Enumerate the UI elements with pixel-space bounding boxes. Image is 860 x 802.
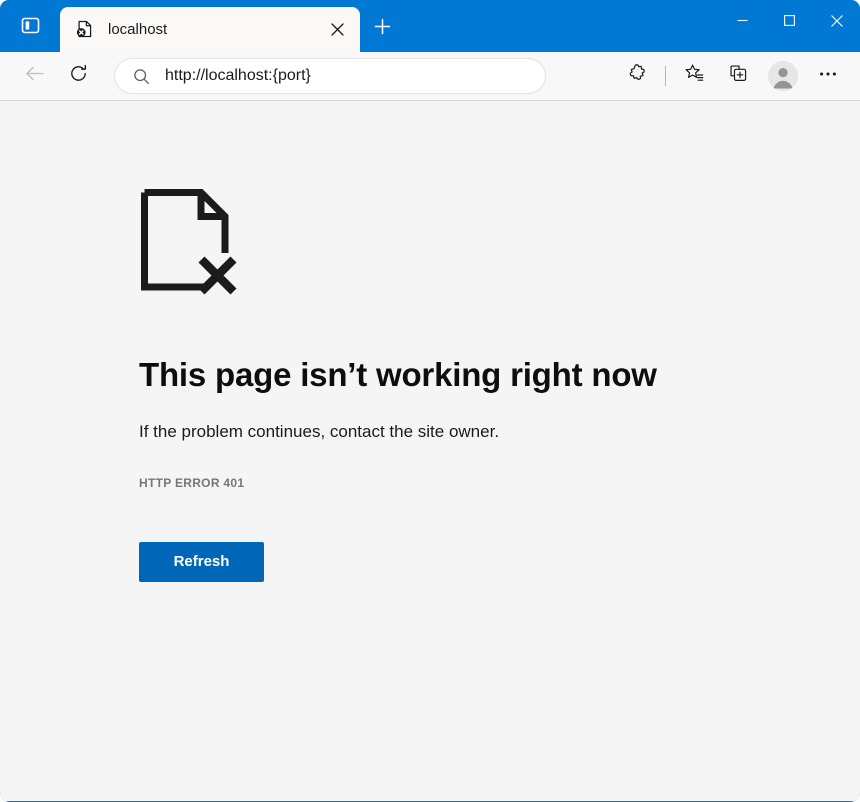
arrow-left-icon [24, 63, 45, 89]
close-window-button[interactable] [813, 0, 860, 46]
title-bar: localhost [0, 0, 860, 52]
error-body-text: If the problem continues, contact the si… [139, 422, 779, 442]
page-title: This page isn’t working right now [139, 356, 779, 394]
toolbar-divider [665, 66, 666, 86]
extensions-button[interactable] [619, 58, 655, 94]
puzzle-piece-icon [627, 63, 648, 89]
browser-window: localhost [0, 0, 860, 802]
favorites-star-icon [684, 63, 705, 89]
tab-actions-button[interactable] [12, 13, 48, 43]
tab-title: localhost [108, 21, 322, 38]
address-bar[interactable]: http://localhost:{port} [114, 58, 546, 94]
window-caption-buttons [719, 0, 860, 46]
navigation-toolbar: http://localhost:{port} [0, 52, 860, 101]
maximize-button[interactable] [766, 0, 813, 46]
reload-button[interactable] [60, 58, 96, 94]
favorites-button[interactable] [676, 58, 712, 94]
minimize-icon [736, 14, 749, 32]
collections-icon [728, 63, 749, 89]
error-container: This page isn’t working right now If the… [139, 187, 779, 582]
close-icon [830, 14, 844, 33]
toolbar-right-icons [615, 58, 860, 94]
browser-tab[interactable]: localhost [60, 7, 360, 52]
page-content: This page isn’t working right now If the… [0, 101, 860, 801]
more-dots-icon [818, 64, 838, 89]
refresh-page-button[interactable]: Refresh [139, 542, 264, 582]
search-icon [131, 66, 151, 86]
address-bar-text: http://localhost:{port} [165, 67, 311, 85]
reload-icon [68, 63, 89, 89]
settings-more-button[interactable] [810, 58, 846, 94]
plus-icon [374, 18, 391, 40]
error-code-text: HTTP ERROR 401 [139, 476, 779, 490]
split-pane-icon [21, 16, 40, 40]
new-tab-button[interactable] [366, 14, 398, 44]
back-button[interactable] [16, 58, 52, 94]
collections-button[interactable] [720, 58, 756, 94]
page-error-favicon-icon [74, 20, 94, 40]
maximize-icon [783, 14, 796, 32]
broken-page-icon [139, 187, 779, 304]
minimize-button[interactable] [719, 0, 766, 46]
tab-close-button[interactable] [322, 15, 352, 45]
profile-avatar[interactable] [768, 61, 798, 91]
